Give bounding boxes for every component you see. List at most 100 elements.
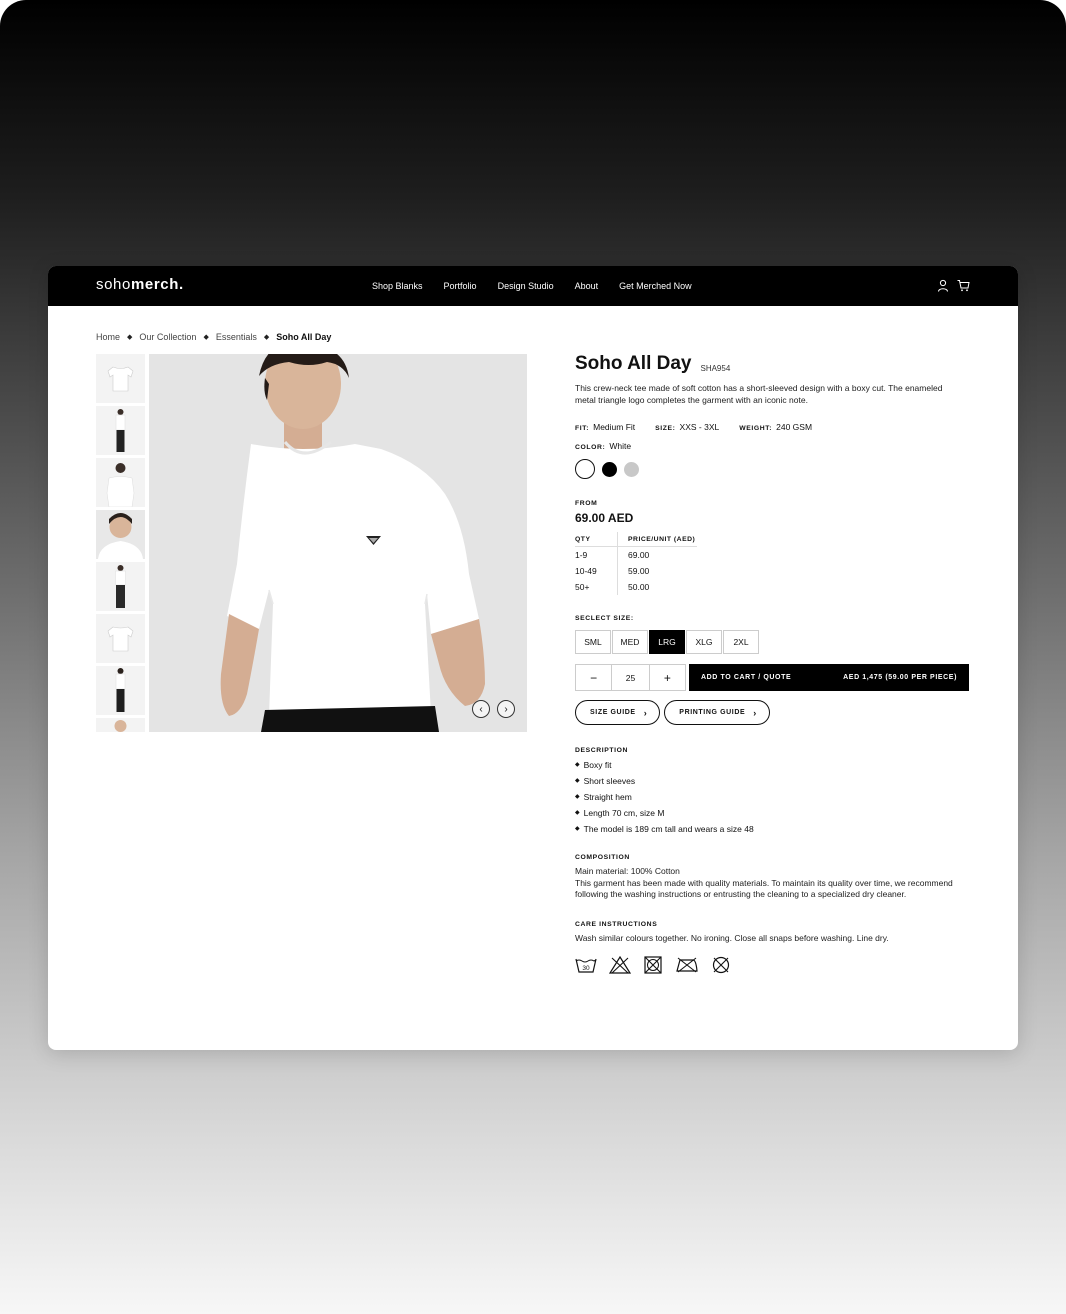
logo[interactable]: sohomerch.: [96, 276, 184, 293]
model-photo: [149, 354, 527, 732]
care-text: Wash similar colours together. No ironin…: [575, 932, 889, 943]
description-heading: DESCRIPTION: [575, 747, 629, 754]
size-guide-label: SIZE GUIDE: [590, 709, 636, 716]
nav-portfolio[interactable]: Portfolio: [444, 281, 477, 291]
swatch-white[interactable]: [575, 459, 595, 479]
select-size-label: SECLECT SIZE:: [575, 615, 634, 622]
breadcrumb-current: Soho All Day: [276, 332, 332, 342]
nav-shop-blanks[interactable]: Shop Blanks: [372, 281, 423, 291]
browser-window: sohomerch. Shop Blanks Portfolio Design …: [48, 266, 1018, 1050]
spec-size-label: SIZE:: [655, 425, 676, 432]
composition-text: This garment has been made with quality …: [575, 877, 953, 900]
care-icons: 30: [575, 956, 975, 974]
spec-weight: WEIGHT: 240 GSM: [739, 422, 812, 432]
product-price: 69.00 AED: [575, 511, 634, 525]
spec-size: SIZE: XXS - 3XL: [655, 422, 719, 432]
list-item: ◆ Boxy fit: [575, 759, 975, 770]
size-option-sml[interactable]: SML: [575, 630, 611, 654]
size-option-xlg[interactable]: XLG: [686, 630, 722, 654]
spec-size-value: XXS - 3XL: [679, 422, 720, 432]
table-row: 50+ 50.00: [575, 579, 975, 595]
no-dry-clean-icon: [712, 957, 730, 974]
add-to-cart-button[interactable]: ADD TO CART / QUOTE AED 1,475 (59.00 PER…: [689, 664, 969, 691]
qty-cell: 1-9: [575, 547, 618, 563]
description-bullet: The model is 189 cm tall and wears a siz…: [583, 823, 754, 834]
list-item: ◆ Straight hem: [575, 791, 975, 802]
thumbnail-model-detail[interactable]: [96, 718, 145, 732]
composition-heading: COMPOSITION: [575, 854, 630, 861]
no-tumble-dry-icon: [644, 956, 662, 974]
breadcrumb-separator: ◆: [263, 334, 270, 341]
thumbnail-model-full[interactable]: [96, 406, 145, 455]
quantity-input[interactable]: 25: [611, 665, 650, 690]
description-bullet: Straight hem: [583, 791, 632, 802]
breadcrumb-essentials[interactable]: Essentials: [216, 332, 257, 342]
decrease-quantity-button[interactable]: −: [576, 665, 611, 690]
qty-header: QTY: [575, 532, 618, 546]
thumbnail-model-closeup[interactable]: [96, 510, 145, 559]
increase-quantity-button[interactable]: +: [650, 665, 685, 690]
size-selector: SML MED LRG XLG 2XL: [575, 630, 975, 654]
next-image-button[interactable]: ›: [497, 700, 515, 718]
add-to-cart-total: AED 1,475 (59.00 PER PIECE): [843, 674, 957, 681]
printing-guide-button[interactable]: PRINTING GUIDE ›: [664, 700, 770, 725]
spec-weight-value: 240 GSM: [776, 422, 813, 432]
wash-temperature: 30: [582, 965, 590, 972]
color-label: COLOR:: [575, 444, 606, 451]
prev-image-button[interactable]: ‹: [472, 700, 490, 718]
cart-icon[interactable]: [957, 279, 970, 292]
breadcrumb-separator: ◆: [127, 334, 133, 341]
thumbnail-model-upper[interactable]: [96, 458, 145, 507]
nav-about[interactable]: About: [575, 281, 599, 291]
product-specs: FIT: Medium Fit SIZE: XXS - 3XL WEIGHT: 240…: [575, 422, 975, 432]
breadcrumb-separator: ◆: [203, 334, 209, 341]
list-item: ◆ The model is 189 cm tall and wears a si…: [575, 823, 975, 834]
breadcrumb-our-collection[interactable]: Our Collection: [139, 332, 196, 342]
size-option-lrg[interactable]: LRG: [649, 630, 685, 654]
cart-row: − 25 + ADD TO CART / QUOTE AED 1,475 (59…: [575, 664, 975, 691]
price-table: QTY PRICE/UNIT (AED) 1-9 69.00 10-49 59.00…: [575, 532, 975, 595]
thumbnail-model-side[interactable]: [96, 562, 145, 611]
top-navbar: sohomerch. Shop Blanks Portfolio Design …: [48, 266, 1018, 306]
thumbnail-flat-tee-back[interactable]: [96, 614, 145, 663]
from-label: FROM: [575, 500, 598, 507]
color-row: COLOR: White: [575, 441, 975, 451]
size-option-2xl[interactable]: 2XL: [723, 630, 759, 654]
logo-light-text: soho: [96, 276, 131, 293]
color-value: White: [609, 441, 632, 451]
no-iron-icon: [676, 957, 698, 973]
thumbnail-model-back[interactable]: [96, 666, 145, 715]
chevron-right-icon: ›: [643, 707, 648, 718]
list-item: ◆ Short sleeves: [575, 775, 975, 786]
price-table-header: QTY PRICE/UNIT (AED): [575, 532, 697, 547]
printing-guide-label: PRINTING GUIDE: [679, 709, 746, 716]
product-main-image: ‹ ›: [149, 354, 527, 732]
description-bullet: Length 70 cm, size M: [583, 807, 665, 818]
title-row: Soho All Day SHA954: [575, 352, 975, 376]
spec-fit-value: Medium Fit: [593, 422, 636, 432]
nav-design-studio[interactable]: Design Studio: [498, 281, 554, 291]
care-heading: CARE INSTRUCTIONS: [575, 920, 658, 928]
swatch-black[interactable]: [602, 461, 617, 477]
price-cell: 69.00: [628, 550, 650, 560]
size-guide-button[interactable]: SIZE GUIDE ›: [575, 700, 661, 725]
user-icon[interactable]: [937, 279, 949, 292]
table-row: 10-49 59.00: [575, 563, 975, 579]
price-header: PRICE/UNIT (AED): [628, 535, 696, 543]
price-cell: 50.00: [628, 582, 650, 592]
breadcrumb-home[interactable]: Home: [96, 332, 120, 342]
swatch-grey[interactable]: [624, 461, 639, 477]
spec-fit: FIT: Medium Fit: [575, 422, 635, 432]
spec-fit-label: FIT:: [575, 425, 590, 432]
thumbnail-strip: [96, 354, 145, 732]
bullet-icon: ◆: [575, 794, 580, 800]
spec-weight-label: WEIGHT:: [739, 425, 773, 432]
guide-buttons: SIZE GUIDE › PRINTING GUIDE ›: [575, 700, 975, 725]
nav-get-merched-now[interactable]: Get Merched Now: [619, 281, 692, 291]
no-bleach-icon: [609, 956, 631, 974]
color-swatches: [575, 459, 975, 479]
bullet-icon: ◆: [575, 778, 580, 784]
add-to-cart-label: ADD TO CART / QUOTE: [701, 674, 792, 681]
size-option-med[interactable]: MED: [612, 630, 648, 654]
thumbnail-flat-tee[interactable]: [96, 354, 145, 403]
